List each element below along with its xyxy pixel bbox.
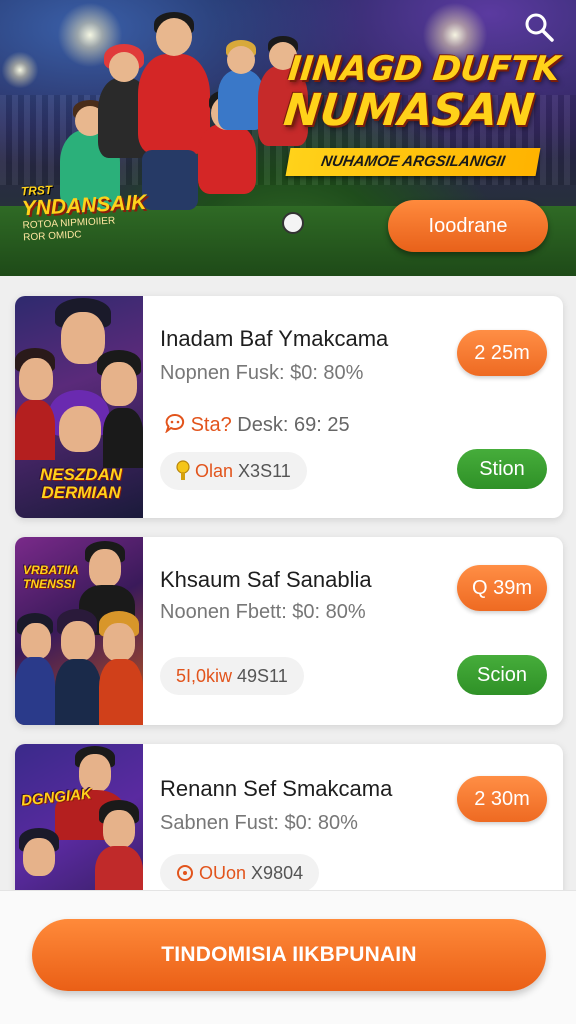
ring-icon <box>177 865 193 881</box>
hero-banner[interactable]: TRST YNDANSAIK ROTOA NIPMIOIIER ROR OMID… <box>0 0 576 276</box>
main-cta-button[interactable]: TINDOMISIA IIKBPUNAIN <box>32 919 546 991</box>
search-icon <box>525 13 554 42</box>
bottom-bar: TINDOMISIA IIKBPUNAIN <box>0 890 576 1024</box>
player-figure <box>198 90 256 194</box>
card-meta: Sabnen Fust: $0: 80% <box>160 812 358 834</box>
action-button[interactable]: Stion <box>457 449 547 489</box>
card-title: Renann Sef Smakcama <box>160 776 393 801</box>
card-badge: 5I,0kiw 49S11 <box>160 657 304 695</box>
card-title: Khsaum Saf Sanablia <box>160 567 372 592</box>
search-button[interactable] <box>522 10 556 44</box>
hero-cta-button[interactable]: Ioodrane <box>388 200 548 252</box>
card-badge: OUon X9804 <box>160 854 320 892</box>
time-button[interactable]: 2 30m <box>457 776 547 822</box>
action-button[interactable]: Scion <box>457 655 547 695</box>
card-sub-info: Sta? Desk: 69: 25 <box>165 413 350 437</box>
event-card[interactable]: VRBATIIA TNENSSI Khsaum Saf Sanablia Noo… <box>15 537 563 725</box>
stadium-light <box>0 50 40 90</box>
hero-logo: TRST YNDANSAIK ROTOA NIPMIOIIER ROR OMID… <box>20 182 148 244</box>
hero-title: IINAGD DUFTK NUMASAN <box>281 49 562 136</box>
card-meta: Noonen Fbett: $0: 80% <box>160 601 366 623</box>
medal-icon <box>176 460 190 480</box>
card-meta: Nopnen Fusk: $0: 80% <box>160 362 364 384</box>
time-button[interactable]: 2 25m <box>457 330 547 376</box>
event-card[interactable]: NESZDAN DERMIAN Inadam Baf Ymakcama Nopn… <box>15 296 563 518</box>
card-thumbnail: VRBATIIA TNENSSI <box>15 537 143 725</box>
player-figure <box>138 12 210 154</box>
thumbnail-logo: VRBATIIA TNENSSI <box>23 563 79 591</box>
soccer-ball-icon <box>282 212 304 234</box>
card-title: Inadam Baf Ymakcama <box>160 326 389 351</box>
chat-bubble-icon <box>165 413 185 434</box>
hero-subtitle: NUHAMOE ARGSILANIGII <box>285 148 541 176</box>
card-thumbnail: NESZDAN DERMIAN <box>15 296 143 518</box>
card-badge: Olan X3S11 <box>160 452 307 490</box>
thumbnail-logo: NESZDAN DERMIAN <box>39 465 123 502</box>
time-button[interactable]: Q 39m <box>457 565 547 611</box>
